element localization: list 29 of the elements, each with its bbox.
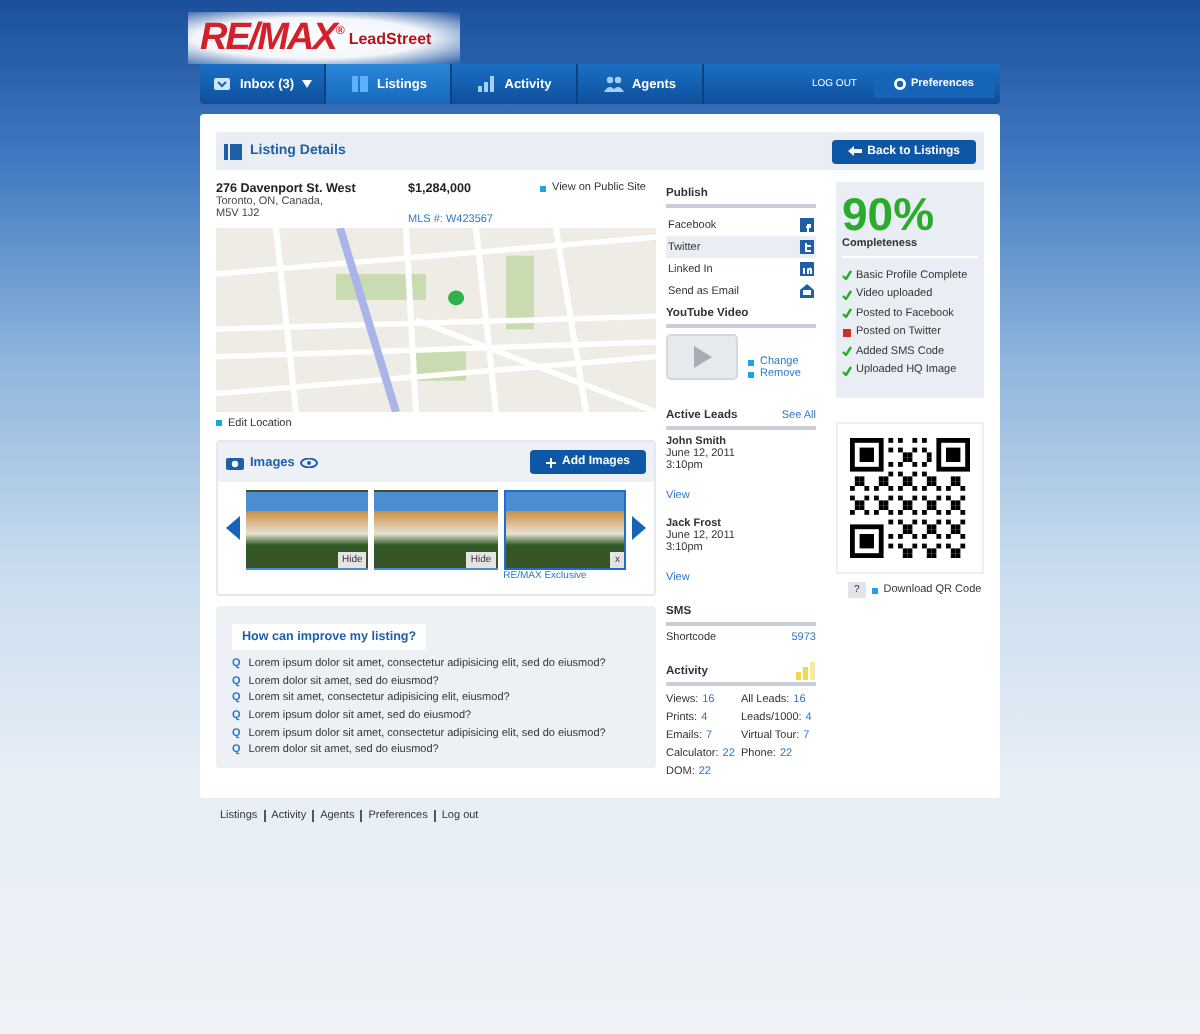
linkedin-icon <box>800 262 814 276</box>
envelope-icon <box>800 284 814 298</box>
eye-icon <box>300 457 319 467</box>
bar-chart-icon <box>476 74 497 94</box>
bullet-icon <box>748 359 754 365</box>
video-placeholder <box>666 334 738 380</box>
inbox-icon <box>211 74 232 94</box>
bullet-icon <box>540 185 546 191</box>
previous-button[interactable] <box>226 516 240 540</box>
people-icon <box>603 74 624 94</box>
bar-chart-icon <box>796 662 816 680</box>
bullet-icon <box>748 371 754 377</box>
list-icon <box>224 143 242 159</box>
next-button[interactable] <box>631 516 646 540</box>
left-arrow-icon <box>226 516 240 540</box>
gear-icon <box>893 78 905 90</box>
completeness-percent: 90% <box>842 190 937 238</box>
back-arrow-icon <box>847 146 862 156</box>
qr-code <box>850 436 970 560</box>
list-icon <box>349 74 370 94</box>
leadstreet-logo: LeadStreet <box>348 30 432 48</box>
facebook-icon <box>800 218 814 232</box>
camera-icon <box>226 455 244 469</box>
plus-icon <box>545 457 556 467</box>
bullet-icon <box>871 587 878 593</box>
bullet-icon <box>216 420 222 426</box>
right-arrow-icon <box>631 516 646 540</box>
remax-logo: RE/MAX$^{®}$ <box>200 14 343 59</box>
twitter-icon <box>800 240 814 254</box>
